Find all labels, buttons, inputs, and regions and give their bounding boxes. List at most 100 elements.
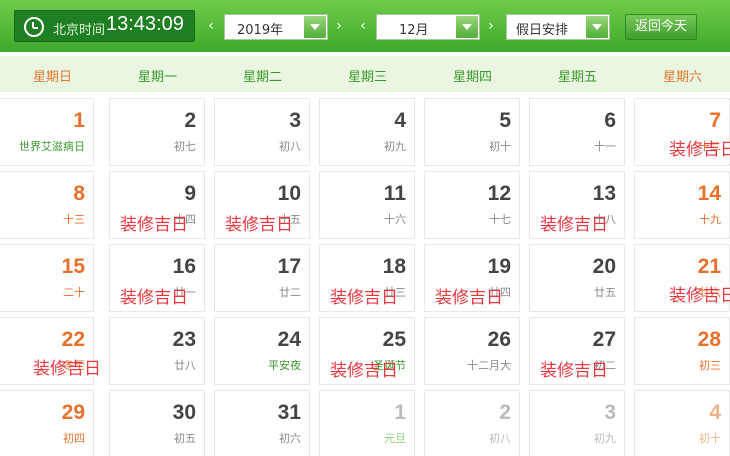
calendar-day-cell[interactable]: 20 廿五 bbox=[529, 244, 625, 312]
day-number: 30 bbox=[172, 401, 196, 424]
calendar-day-cell[interactable]: 1 世界艾滋病日 bbox=[0, 98, 94, 166]
calendar-day-cell[interactable]: 17 廿二 bbox=[214, 244, 310, 312]
calendar-day-cell[interactable]: 25 圣诞节 装修吉日 bbox=[319, 317, 415, 385]
lunar-date: 平安夜 bbox=[268, 359, 301, 372]
calendar-day-cell[interactable]: 28 初三 bbox=[634, 317, 730, 385]
lunar-date: 初十 bbox=[489, 140, 511, 153]
back-to-today-button[interactable]: 返回今天 bbox=[625, 14, 697, 40]
day-number: 12 bbox=[487, 182, 511, 205]
lunar-date: 初七 bbox=[174, 140, 196, 153]
lunar-date: 元旦 bbox=[384, 432, 406, 445]
day-number: 14 bbox=[697, 182, 721, 205]
chevron-down-icon[interactable] bbox=[304, 16, 326, 38]
calendar-day-cell[interactable]: 16 廿一 装修吉日 bbox=[109, 244, 205, 312]
lunar-date: 初八 bbox=[489, 432, 511, 445]
day-number: 3 bbox=[289, 109, 301, 132]
calendar-day-cell[interactable]: 4 初十 bbox=[634, 390, 730, 456]
day-number: 1 bbox=[73, 109, 85, 132]
calendar-day-cell[interactable]: 29 初四 bbox=[0, 390, 94, 456]
calendar-day-cell[interactable]: 18 廿三 装修吉日 bbox=[319, 244, 415, 312]
lunar-date: 廿八 bbox=[174, 359, 196, 372]
day-number: 31 bbox=[277, 401, 301, 424]
calendar-day-cell[interactable]: 3 初九 bbox=[529, 390, 625, 456]
auspicious-day-stamp: 装修吉日 bbox=[120, 215, 188, 235]
weekday-label: 星期三 bbox=[347, 70, 387, 85]
calendar-day-cell[interactable]: 19 廿四 装修吉日 bbox=[424, 244, 520, 312]
day-number: 4 bbox=[709, 401, 721, 424]
calendar-day-cell[interactable]: 9 十四 装修吉日 bbox=[109, 171, 205, 239]
prev-month-arrow-icon[interactable]: ‹ bbox=[356, 14, 370, 38]
auspicious-day-stamp: 装修吉日 bbox=[540, 361, 608, 381]
year-select[interactable]: 2019年 bbox=[224, 14, 328, 40]
day-number: 3 bbox=[604, 401, 616, 424]
calendar-day-cell[interactable]: 3 初八 bbox=[214, 98, 310, 166]
calendar-day-cell[interactable]: 30 初五 bbox=[109, 390, 205, 456]
lunar-date: 世界艾滋病日 bbox=[19, 140, 85, 153]
calendar-day-cell[interactable]: 7 十二 装修吉日 bbox=[634, 98, 730, 166]
lunar-date: 初五 bbox=[174, 432, 196, 445]
weekday-label: 星期日 bbox=[32, 70, 72, 85]
calendar-day-cell[interactable]: 24 平安夜 bbox=[214, 317, 310, 385]
next-year-arrow-icon[interactable]: › bbox=[332, 14, 346, 38]
calendar-day-cell[interactable]: 27 初二 装修吉日 bbox=[529, 317, 625, 385]
lunar-date: 初六 bbox=[279, 432, 301, 445]
lunar-date: 初八 bbox=[279, 140, 301, 153]
calendar-day-cell[interactable]: 10 十五 装修吉日 bbox=[214, 171, 310, 239]
day-number: 19 bbox=[487, 255, 511, 278]
weekday-label: 星期六 bbox=[662, 70, 702, 85]
beijing-clock: 北京时间 13:43:09 bbox=[14, 10, 195, 42]
day-number: 22 bbox=[61, 328, 85, 351]
prev-year-arrow-icon[interactable]: ‹ bbox=[204, 14, 218, 38]
day-number: 13 bbox=[592, 182, 616, 205]
day-number: 18 bbox=[382, 255, 406, 278]
calendar-day-cell[interactable]: 13 十八 装修吉日 bbox=[529, 171, 625, 239]
lunar-date: 十九 bbox=[699, 213, 721, 226]
calendar-day-cell[interactable]: 26 十二月大 bbox=[424, 317, 520, 385]
day-number: 29 bbox=[61, 401, 85, 424]
calendar-day-cell[interactable]: 22 冬至 装修吉日 bbox=[0, 317, 101, 385]
calendar-day-cell[interactable]: 23 廿八 bbox=[109, 317, 205, 385]
calendar-day-cell[interactable]: 31 初六 bbox=[214, 390, 310, 456]
calendar-day-cell[interactable]: 5 初十 bbox=[424, 98, 520, 166]
lunar-date: 廿五 bbox=[594, 286, 616, 299]
lunar-date: 十六 bbox=[384, 213, 406, 226]
auspicious-day-stamp: 装修吉日 bbox=[33, 359, 101, 379]
day-number: 4 bbox=[394, 109, 406, 132]
calendar-day-cell[interactable]: 8 十三 bbox=[0, 171, 94, 239]
clock-label: 北京时间 bbox=[53, 23, 106, 38]
clock-icon bbox=[24, 17, 44, 37]
weekday-label: 星期四 bbox=[452, 70, 492, 85]
calendar-day-cell[interactable]: 12 十七 bbox=[424, 171, 520, 239]
calendar-day-cell[interactable]: 21 廿六 装修吉日 bbox=[634, 244, 730, 312]
day-number: 24 bbox=[277, 328, 301, 351]
lunar-date: 二十 bbox=[63, 286, 85, 299]
year-select-value: 2019年 bbox=[237, 23, 284, 38]
calendar-day-cell[interactable]: 2 初八 bbox=[424, 390, 520, 456]
month-select[interactable]: 12月 bbox=[376, 14, 480, 40]
day-number: 28 bbox=[697, 328, 721, 351]
auspicious-day-stamp: 装修吉日 bbox=[225, 215, 293, 235]
weekday-label: 星期五 bbox=[557, 70, 597, 85]
day-number: 6 bbox=[604, 109, 616, 132]
day-number: 25 bbox=[382, 328, 406, 351]
holiday-select[interactable]: 假日安排 bbox=[506, 14, 610, 40]
calendar-day-cell[interactable]: 14 十九 bbox=[634, 171, 730, 239]
lunar-date: 初十 bbox=[699, 432, 721, 445]
day-number: 26 bbox=[487, 328, 511, 351]
auspicious-day-stamp: 装修吉日 bbox=[669, 140, 730, 160]
lunar-date: 十七 bbox=[489, 213, 511, 226]
calendar-day-cell[interactable]: 4 初九 bbox=[319, 98, 415, 166]
calendar-day-cell[interactable]: 15 二十 bbox=[0, 244, 94, 312]
weekday-label: 星期二 bbox=[242, 70, 282, 85]
calendar-day-cell[interactable]: 2 初七 bbox=[109, 98, 205, 166]
chevron-down-icon[interactable] bbox=[586, 16, 608, 38]
calendar-day-cell[interactable]: 11 十六 bbox=[319, 171, 415, 239]
day-number: 15 bbox=[61, 255, 85, 278]
holiday-select-value: 假日安排 bbox=[516, 23, 569, 38]
next-month-arrow-icon[interactable]: › bbox=[484, 14, 498, 38]
day-number: 20 bbox=[592, 255, 616, 278]
chevron-down-icon[interactable] bbox=[456, 16, 478, 38]
auspicious-day-stamp: 装修吉日 bbox=[669, 286, 730, 306]
calendar-day-cell[interactable]: 6 十一 bbox=[529, 98, 625, 166]
calendar-day-cell[interactable]: 1 元旦 bbox=[319, 390, 415, 456]
